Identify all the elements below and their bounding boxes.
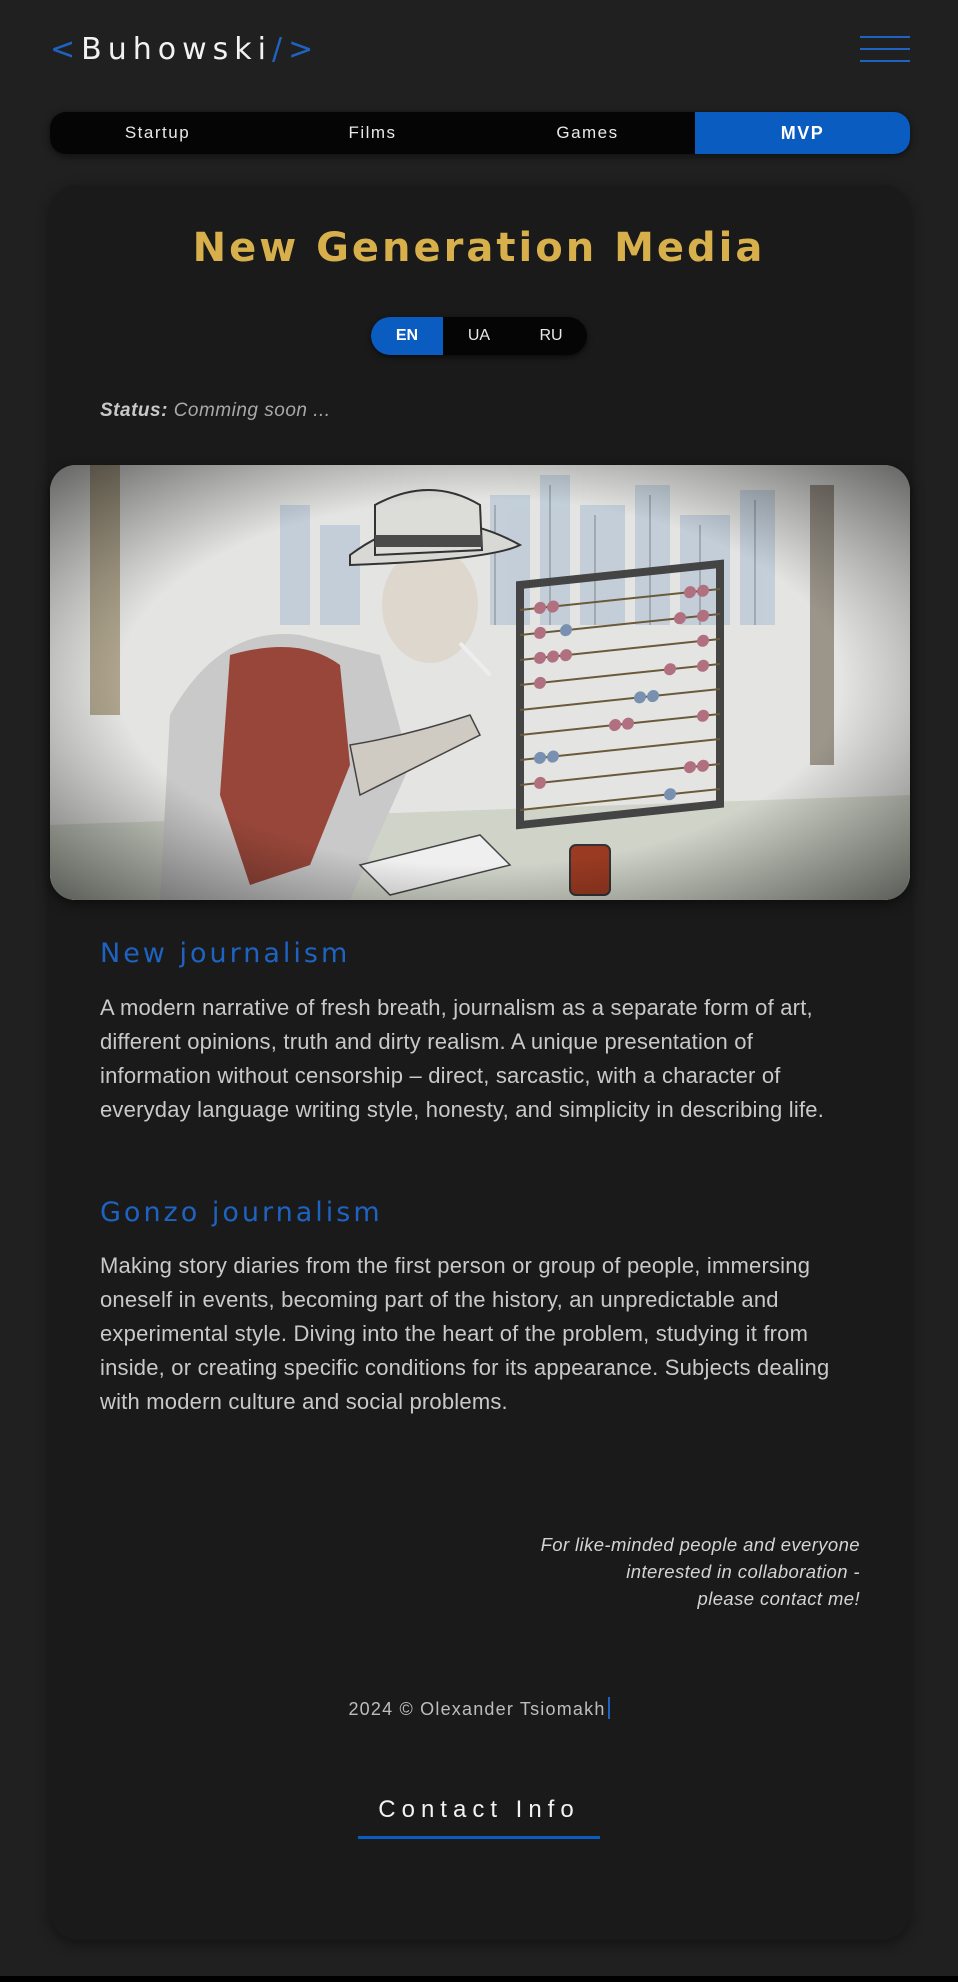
site-logo[interactable]: <Buhowski/> (50, 30, 319, 70)
status-value: Comming soon ... (173, 400, 331, 421)
lang-ru-button[interactable]: RU (515, 317, 587, 355)
language-switcher: EN UA RU (371, 317, 587, 355)
menu-icon[interactable] (860, 34, 910, 64)
tab-films[interactable]: Films (265, 112, 480, 154)
note-line: interested in collaboration - (626, 1561, 860, 1582)
section-text-new-journalism: A modern narrative of fresh breath, jour… (100, 995, 825, 1122)
copyright-line: 2024 © Olexander Tsiomakh (0, 1697, 958, 1720)
logo-close-bracket: /> (271, 32, 320, 67)
lang-ua-button[interactable]: UA (443, 317, 515, 355)
note-line: please contact me! (697, 1588, 860, 1609)
tab-startup[interactable]: Startup (50, 112, 265, 154)
section-heading-gonzo-journalism: Gonzo journalism (100, 1197, 383, 1228)
text-cursor (607, 1697, 610, 1719)
copyright-text: 2024 © Olexander Tsiomakh (348, 1699, 606, 1719)
contact-info-button[interactable]: Contact Info (358, 1796, 600, 1839)
hero-illustration (50, 465, 910, 900)
tab-mvp[interactable]: MVP (695, 112, 910, 154)
section-text-gonzo-journalism: Making story diaries from the first pers… (100, 1253, 830, 1414)
tab-games[interactable]: Games (480, 112, 695, 154)
section-heading-new-journalism: New journalism (100, 938, 351, 969)
status-label: Status: (100, 400, 168, 421)
lang-en-button[interactable]: EN (371, 317, 443, 355)
logo-text: Buhowski (81, 32, 272, 67)
page-bottom-bar (0, 1976, 958, 1982)
logo-open-bracket: < (50, 32, 82, 67)
note-line: For like-minded people and everyone (540, 1534, 860, 1555)
page-title: New Generation Media (192, 225, 766, 271)
collaboration-note: For like-minded people and everyone inte… (460, 1531, 860, 1612)
status-line: Status: Comming soon ... (100, 400, 331, 422)
section-tabs: Startup Films Games MVP (50, 112, 910, 154)
